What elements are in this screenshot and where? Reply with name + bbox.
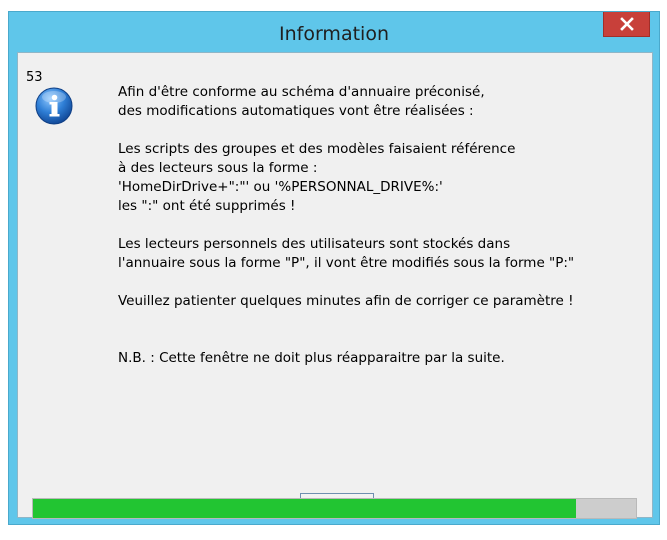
message-line: Les lecteurs personnels des utilisateurs… — [118, 236, 511, 252]
message-line: Veuillez patienter quelques minutes afin… — [118, 293, 574, 309]
info-icon — [35, 87, 73, 125]
message-code: 53 — [26, 70, 43, 85]
message-line: Les scripts des groupes et des modèles f… — [118, 141, 516, 157]
message-line: des modifications automatiques vont être… — [118, 103, 474, 119]
progress-fill — [33, 499, 576, 518]
message-text: Afin d'être conforme au schéma d'annuair… — [118, 83, 648, 368]
message-line: 'HomeDirDrive+":"' ou '%PERSONNAL_DRIVE%… — [118, 179, 443, 195]
close-icon — [619, 17, 634, 31]
progress-bar — [32, 498, 637, 519]
information-dialog: Information 53 Afin d'être conforme au s… — [8, 11, 660, 525]
message-line: les ":" ont été supprimés ! — [118, 198, 296, 214]
dialog-title: Information — [279, 23, 389, 45]
message-line: l'annuaire sous la forme "P", il vont êt… — [118, 255, 575, 271]
message-line: N.B. : Cette fenêtre ne doit plus réappa… — [118, 350, 505, 366]
close-button[interactable] — [603, 12, 650, 37]
message-line: à des lecteurs sous la forme : — [118, 160, 318, 176]
message-line: Afin d'être conforme au schéma d'annuair… — [118, 84, 485, 100]
dialog-body: 53 Afin d'être conforme au schéma d'annu… — [17, 52, 653, 519]
